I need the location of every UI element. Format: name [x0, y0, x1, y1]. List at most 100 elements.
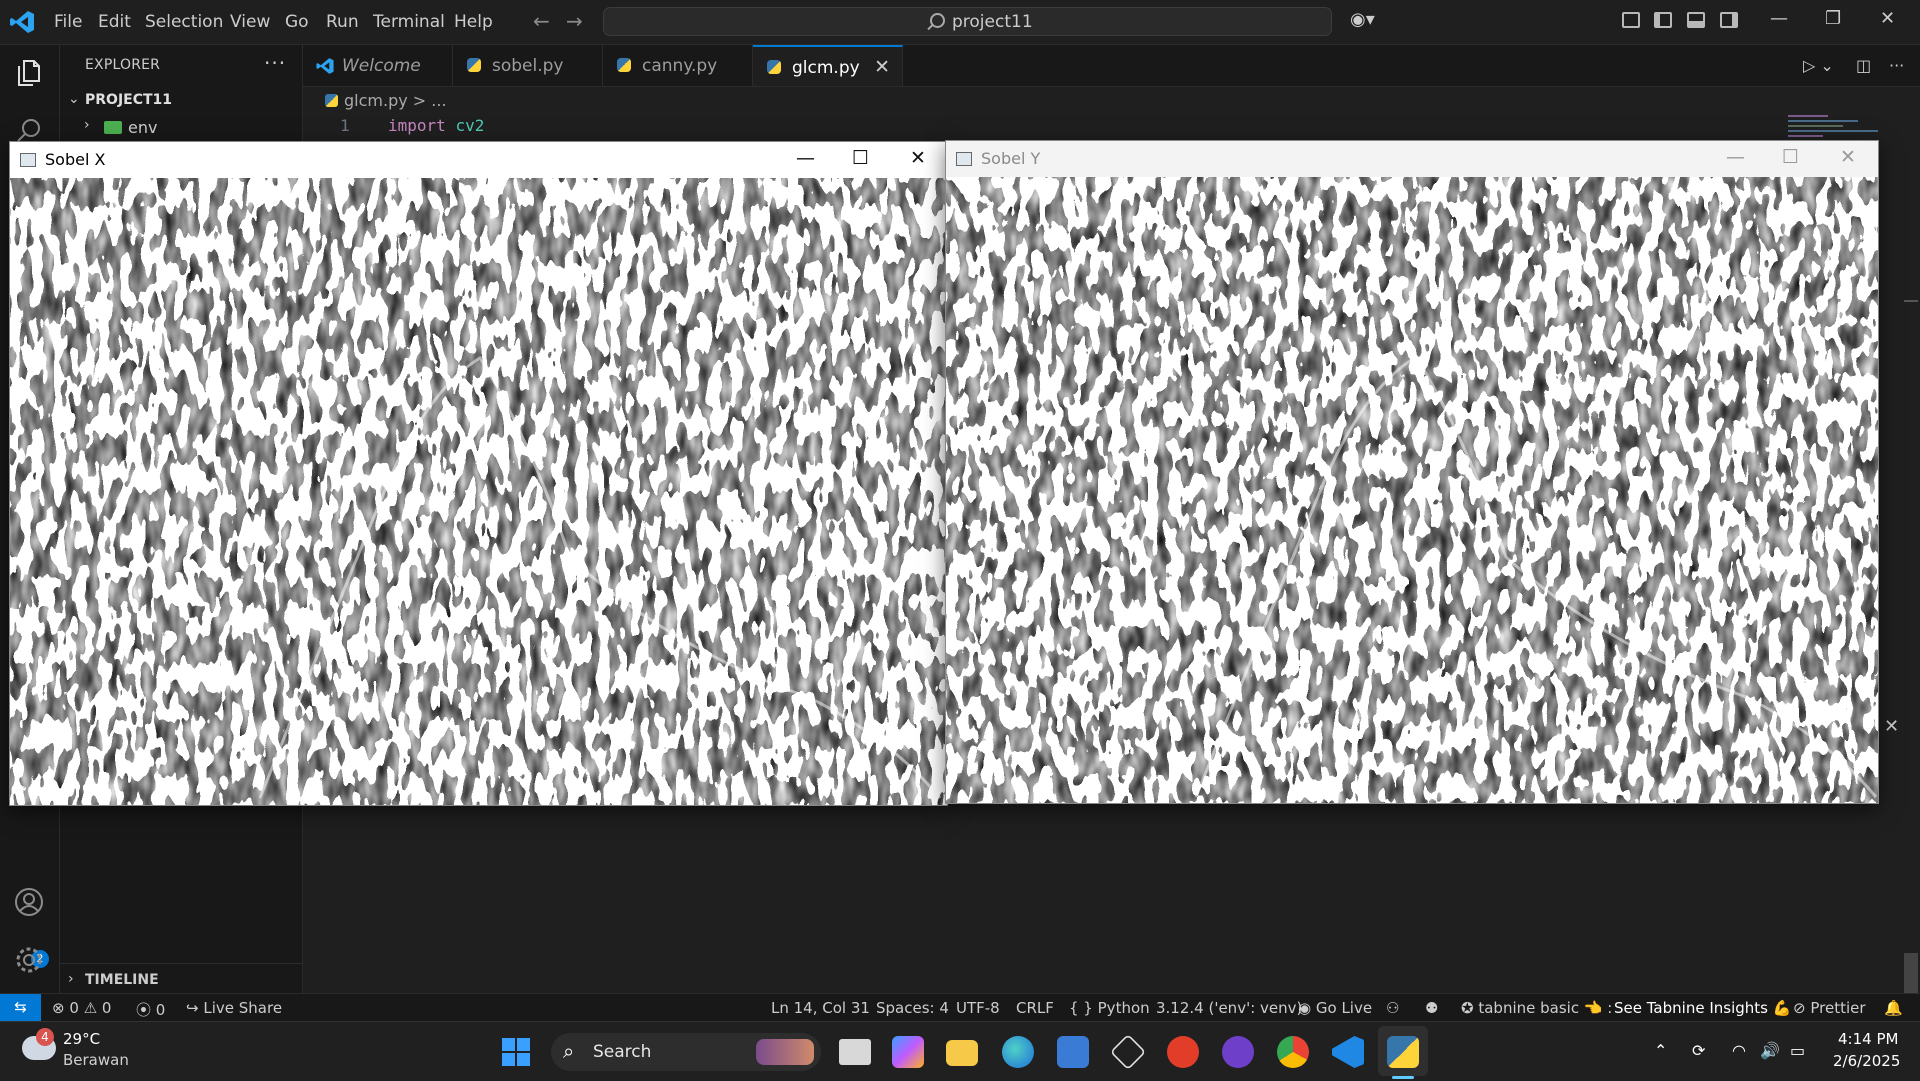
minimap[interactable] — [1788, 113, 1888, 143]
taskbar-search[interactable]: ⌕ Search — [551, 1033, 821, 1071]
window-app-icon — [20, 153, 36, 167]
breadcrumb-rest[interactable]: > ... — [413, 91, 447, 110]
sync-icon[interactable]: ⟳ — [1692, 1041, 1705, 1060]
close-tab-icon[interactable]: ✕ — [874, 56, 890, 78]
copilot-icon[interactable]: ⚉ — [1425, 999, 1438, 1017]
python-interpreter[interactable]: 3.12.4 ('env': venv) — [1156, 999, 1302, 1017]
minimize-icon[interactable]: — — [796, 147, 815, 169]
chevron-right-icon[interactable]: › — [68, 971, 74, 987]
maximize-icon[interactable]: ☐ — [1782, 146, 1799, 168]
language-mode[interactable]: { } Python — [1069, 999, 1150, 1017]
command-center-search[interactable]: project11 — [603, 7, 1332, 36]
back-arrow-icon[interactable]: ← — [533, 9, 550, 33]
tab-sobel[interactable]: sobel.py — [453, 45, 603, 86]
chevron-right-icon[interactable]: › — [84, 117, 90, 133]
run-icon[interactable]: ▷ ⌄ — [1803, 56, 1834, 75]
explorer-icon[interactable] — [14, 58, 44, 88]
timeline-section[interactable]: TIMELINE — [85, 972, 159, 988]
ports-indicator[interactable]: ⦿ 0 — [136, 999, 165, 1020]
menu-run[interactable]: Run — [326, 12, 359, 32]
wifi-icon[interactable]: ◠ — [1732, 1041, 1746, 1060]
forward-arrow-icon[interactable]: → — [566, 9, 583, 33]
file-explorer-icon[interactable] — [946, 1040, 978, 1066]
menu-edit[interactable]: Edit — [98, 12, 131, 32]
vscode-app-icon[interactable] — [1332, 1036, 1364, 1068]
toggle-panel-icon[interactable] — [1687, 12, 1705, 28]
copilot-app-icon[interactable] — [892, 1036, 924, 1068]
tab-glcm[interactable]: glcm.py ✕ — [753, 45, 903, 86]
problems-indicator[interactable]: ⊗ 0 ⚠ 0 — [52, 999, 111, 1017]
chrome-browser-icon[interactable] — [1277, 1036, 1309, 1068]
volume-icon[interactable]: 🔊 — [1760, 1041, 1780, 1060]
tabnine-insights-link[interactable]: See Tabnine Insights 💪 — [1614, 999, 1791, 1017]
code-line[interactable]: import cv2 — [388, 116, 484, 135]
prettier-status[interactable]: ⊘ Prettier — [1793, 999, 1866, 1017]
more-actions-icon[interactable]: ··· — [1889, 56, 1904, 75]
notifications-bell-icon[interactable]: 🔔 — [1884, 999, 1903, 1017]
restore-icon[interactable]: ❐ — [1825, 8, 1841, 29]
window-title-bar[interactable]: Sobel X — ☐ ✕ — [10, 142, 947, 178]
tree-item-env[interactable]: env — [128, 118, 157, 137]
toggle-secondary-sidebar-icon[interactable] — [1720, 12, 1738, 28]
scrollbar-thumb[interactable] — [1904, 953, 1918, 993]
maximize-icon[interactable]: ☐ — [852, 147, 869, 169]
close-icon[interactable]: ✕ — [910, 147, 926, 169]
vscode-logo-icon[interactable] — [8, 8, 36, 36]
split-editor-icon[interactable]: ◫ — [1856, 56, 1871, 75]
microsoft-store-icon[interactable] — [1057, 1036, 1089, 1068]
sobel-x-window[interactable]: Sobel X — ☐ ✕ — [9, 141, 948, 806]
menu-terminal[interactable]: Terminal — [373, 12, 445, 32]
clock-time[interactable]: 4:14 PM — [1838, 1030, 1898, 1048]
minimize-icon[interactable]: — — [1726, 146, 1745, 168]
chevron-down-icon[interactable]: ⌄ — [68, 91, 80, 107]
chevron-up-icon[interactable]: ⌃ — [1654, 1041, 1667, 1060]
window-title-bar[interactable]: Sobel Y — ☐ ✕ — [946, 141, 1878, 177]
menu-file[interactable]: File — [54, 12, 82, 32]
manage-gear-icon[interactable] — [14, 945, 44, 975]
toggle-primary-sidebar-icon[interactable] — [1654, 12, 1672, 28]
breadcrumb-file[interactable]: glcm.py — [344, 91, 408, 110]
tab-welcome[interactable]: Welcome — [303, 45, 453, 86]
python-app-icon[interactable] — [1387, 1036, 1419, 1068]
title-bar: File Edit Selection View Go Run Terminal… — [0, 0, 1920, 45]
end-of-line[interactable]: CRLF — [1016, 999, 1054, 1017]
sobel-y-window[interactable]: Sobel Y — ☐ ✕ — [945, 140, 1879, 804]
line-number: 1 — [340, 116, 350, 135]
codesandbox-icon[interactable] — [1109, 1033, 1147, 1071]
menu-selection[interactable]: Selection — [145, 12, 223, 32]
remote-indicator-icon[interactable]: ⇆ — [0, 994, 41, 1021]
accounts-icon[interactable] — [14, 887, 44, 917]
close-icon[interactable]: ✕ — [1840, 146, 1856, 168]
project-folder[interactable]: PROJECT11 — [85, 92, 172, 108]
menu-go[interactable]: Go — [285, 12, 309, 32]
encoding[interactable]: UTF-8 — [956, 999, 1000, 1017]
clock-date[interactable]: 2/6/2025 — [1833, 1052, 1900, 1070]
tab-canny[interactable]: canny.py — [603, 45, 753, 86]
live-share-button[interactable]: ↪ Live Share — [186, 999, 282, 1017]
copilot-icon[interactable]: ◉▾ — [1350, 9, 1375, 30]
customize-layout-icon[interactable] — [1622, 12, 1640, 28]
github-desktop-icon[interactable] — [1222, 1036, 1254, 1068]
minimize-icon[interactable]: — — [1770, 8, 1788, 29]
tab-label: sobel.py — [492, 56, 564, 76]
cursor-position[interactable]: Ln 14, Col 31 — [771, 999, 870, 1017]
copilot-status-icon[interactable]: ⚇ — [1386, 999, 1399, 1017]
tabnine-status[interactable]: ✪ tabnine basic 👈 : — [1461, 999, 1612, 1017]
weather-temperature[interactable]: 29°C — [63, 1030, 100, 1048]
close-icon[interactable]: ✕ — [1880, 8, 1895, 29]
weather-description[interactable]: Berawan — [63, 1051, 129, 1069]
battery-icon[interactable]: ▭ — [1790, 1041, 1805, 1060]
go-live-button[interactable]: ◉ Go Live — [1298, 999, 1372, 1017]
wps-office-icon[interactable] — [1167, 1036, 1199, 1068]
close-panel-icon[interactable]: ✕ — [1884, 716, 1899, 737]
menu-help[interactable]: Help — [454, 12, 493, 32]
windows-start-icon[interactable] — [502, 1038, 530, 1066]
flexed-arm-icon: 💪 — [1772, 999, 1792, 1017]
edge-browser-icon[interactable] — [1002, 1036, 1034, 1068]
menu-view[interactable]: View — [230, 12, 270, 32]
more-actions-icon[interactable]: ··· — [264, 51, 286, 75]
breadcrumb[interactable]: glcm.py > ... — [325, 91, 447, 110]
live-share-label: Live Share — [203, 999, 283, 1017]
indentation[interactable]: Spaces: 4 — [876, 999, 949, 1017]
task-view-icon[interactable] — [839, 1039, 871, 1065]
